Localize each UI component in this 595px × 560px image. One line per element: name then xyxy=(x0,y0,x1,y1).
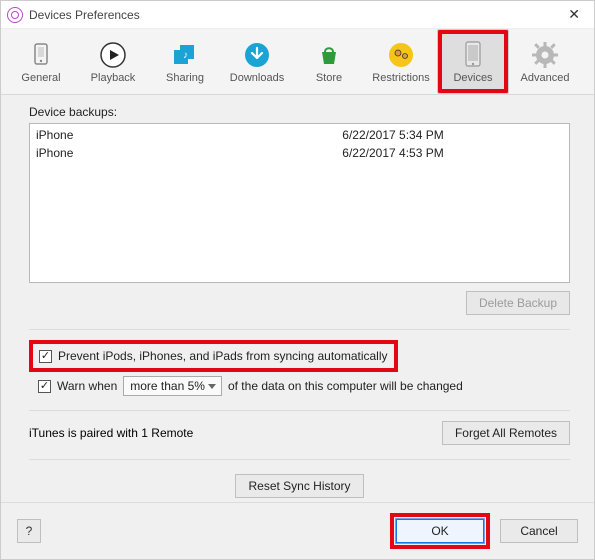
close-button[interactable]: ✕ xyxy=(560,4,588,25)
window-title: Devices Preferences xyxy=(29,8,140,22)
tab-label: Sharing xyxy=(166,72,204,84)
titlebar: Devices Preferences ✕ xyxy=(1,1,594,29)
checkbox-checked-icon: ✓ xyxy=(38,380,51,393)
ok-highlight: OK xyxy=(390,513,490,549)
tab-advanced[interactable]: Advanced xyxy=(509,29,581,94)
download-icon xyxy=(242,40,272,70)
toolbar-tabs: General Playback ♪ Sharing Downloads Sto… xyxy=(1,29,594,95)
delete-backup-button: Delete Backup xyxy=(466,291,570,315)
cancel-button[interactable]: Cancel xyxy=(500,519,578,543)
general-icon xyxy=(26,40,56,70)
tab-label: Advanced xyxy=(521,72,570,84)
content-pane: Device backups: iPhone 6/22/2017 5:34 PM… xyxy=(1,95,594,502)
itunes-icon xyxy=(7,7,23,23)
tab-label: Playback xyxy=(91,72,136,84)
warn-label-post: of the data on this computer will be cha… xyxy=(228,379,463,393)
svg-text:♪: ♪ xyxy=(183,50,188,61)
sharing-icon: ♪ xyxy=(170,40,200,70)
tab-restrictions[interactable]: Restrictions xyxy=(365,29,437,94)
tab-label: Devices xyxy=(453,72,492,84)
help-button[interactable]: ? xyxy=(17,519,41,543)
prevent-sync-label: Prevent iPods, iPhones, and iPads from s… xyxy=(58,349,388,363)
warn-threshold-select[interactable]: more than 5% xyxy=(123,376,222,396)
tab-playback[interactable]: Playback xyxy=(77,29,149,94)
remotes-row: iTunes is paired with 1 Remote Forget Al… xyxy=(29,421,570,445)
dialog-footer: ? OK Cancel xyxy=(1,502,594,559)
forget-remotes-button[interactable]: Forget All Remotes xyxy=(442,421,570,445)
prevent-sync-checkbox-row[interactable]: ✓ Prevent iPods, iPhones, and iPads from… xyxy=(29,340,398,372)
backups-label: Device backups: xyxy=(29,105,570,119)
tab-label: General xyxy=(21,72,60,84)
tab-sharing[interactable]: ♪ Sharing xyxy=(149,29,221,94)
separator xyxy=(29,329,570,330)
tab-general[interactable]: General xyxy=(5,29,77,94)
remotes-status: iTunes is paired with 1 Remote xyxy=(29,426,193,440)
tab-label: Downloads xyxy=(230,72,284,84)
table-row[interactable]: iPhone 6/22/2017 4:53 PM xyxy=(32,144,567,162)
gear-icon xyxy=(530,40,560,70)
store-icon xyxy=(314,40,344,70)
preferences-window: Devices Preferences ✕ General Playback ♪… xyxy=(0,0,595,560)
checkbox-checked-icon: ✓ xyxy=(39,350,52,363)
play-icon xyxy=(98,40,128,70)
backup-name: iPhone xyxy=(32,144,342,162)
tab-store[interactable]: Store xyxy=(293,29,365,94)
reset-sync-history-button[interactable]: Reset Sync History xyxy=(235,474,363,498)
restrictions-icon xyxy=(386,40,416,70)
warn-checkbox-row[interactable]: ✓ Warn when more than 5% of the data on … xyxy=(29,376,570,396)
ok-button[interactable]: OK xyxy=(396,519,484,543)
backup-name: iPhone xyxy=(32,126,342,144)
backup-date: 6/22/2017 5:34 PM xyxy=(342,126,567,144)
devices-icon xyxy=(458,40,488,70)
tab-label: Restrictions xyxy=(372,72,429,84)
tab-downloads[interactable]: Downloads xyxy=(221,29,293,94)
warn-select-value: more than 5% xyxy=(130,379,205,393)
warn-label-pre: Warn when xyxy=(57,379,117,393)
backup-date: 6/22/2017 4:53 PM xyxy=(342,144,567,162)
tab-label: Store xyxy=(316,72,342,84)
backups-list[interactable]: iPhone 6/22/2017 5:34 PM iPhone 6/22/201… xyxy=(29,123,570,283)
table-row[interactable]: iPhone 6/22/2017 5:34 PM xyxy=(32,126,567,144)
separator xyxy=(29,459,570,460)
tab-devices[interactable]: Devices xyxy=(437,29,509,94)
separator xyxy=(29,410,570,411)
